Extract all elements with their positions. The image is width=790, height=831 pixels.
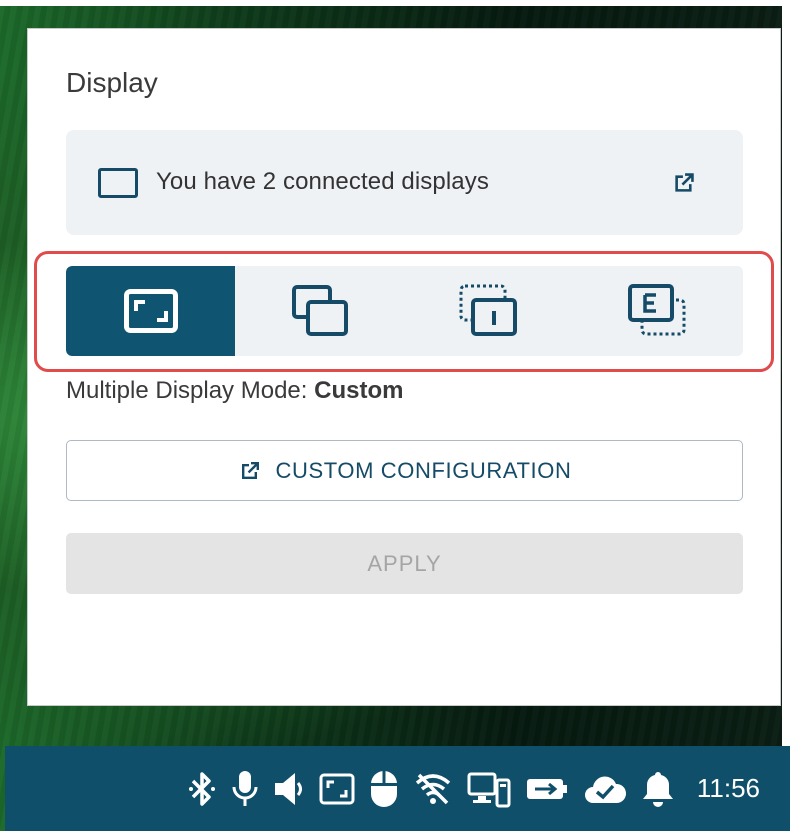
display-mode-label: Multiple Display Mode: Custom (66, 377, 403, 405)
display-panel: Display You have 2 connected displays Mu… (27, 28, 781, 706)
monitor-icon (98, 168, 138, 198)
mode-single-display-button[interactable] (66, 266, 236, 356)
custom-configuration-label: CUSTOM CONFIGURATION (275, 457, 572, 483)
clone-display-icon (291, 285, 348, 336)
connected-displays-text: You have 2 connected displays (156, 168, 489, 195)
mode-external-only-button[interactable] (574, 266, 743, 356)
frame-top (0, 0, 790, 6)
apply-label: APPLY (367, 550, 442, 576)
external-link-icon (241, 461, 259, 479)
custom-configuration-button[interactable]: CUSTOM CONFIGURATION (66, 440, 743, 501)
mode-prefix-text: Multiple Display Mode: (66, 377, 315, 404)
mouse-icon[interactable] (369, 769, 399, 809)
clock[interactable]: 11:56 (697, 773, 760, 804)
display-mode-selector (66, 266, 743, 356)
single-display-icon (123, 289, 178, 333)
mode-internal-only-button[interactable] (405, 266, 574, 356)
internal-only-icon (459, 284, 518, 336)
mode-clone-display-button[interactable] (235, 266, 404, 356)
page-title: Display (66, 67, 158, 98)
system-tray: 11:56 (187, 746, 760, 831)
taskbar: 11:56 (5, 746, 790, 831)
cloud-check-icon[interactable] (583, 773, 627, 805)
battery-icon[interactable] (525, 776, 569, 802)
display-icon[interactable] (319, 773, 355, 805)
apply-button[interactable]: APPLY (66, 533, 743, 594)
frame-right (782, 0, 790, 831)
wifi-off-icon[interactable] (413, 771, 453, 807)
microphone-icon[interactable] (231, 769, 259, 809)
external-link-icon[interactable] (671, 170, 697, 196)
network-display-icon[interactable] (467, 770, 511, 808)
volume-icon[interactable] (273, 771, 305, 807)
bell-icon[interactable] (641, 769, 675, 809)
mode-value-text: Custom (314, 377, 404, 404)
external-only-icon (628, 284, 686, 336)
connected-displays-card[interactable]: You have 2 connected displays (66, 130, 743, 235)
bluetooth-icon[interactable] (187, 770, 217, 808)
